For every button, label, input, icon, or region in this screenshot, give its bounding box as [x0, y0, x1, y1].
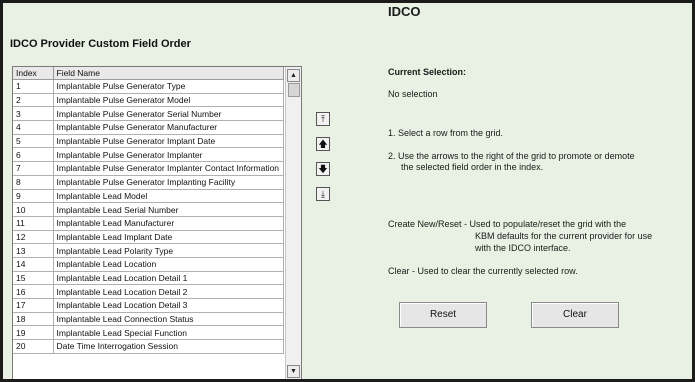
table-row[interactable]: 19 Implantable Lead Special Function — [13, 325, 284, 341]
row-field-name-cell: Implantable Lead Location Detail 1 — [53, 271, 284, 286]
table-row[interactable]: 6 Implantable Pulse Generator Implanter — [13, 147, 284, 163]
row-index-cell: 1 — [13, 79, 54, 94]
create-reset-description-line-3: with the IDCO interface. — [475, 243, 571, 253]
row-field-name-cell: Implantable Lead Special Function — [53, 325, 284, 341]
row-field-name-cell: Implantable Lead Location Detail 2 — [53, 284, 284, 299]
row-index-cell: 17 — [13, 298, 54, 313]
reset-button[interactable]: Reset — [399, 302, 487, 328]
idco-window: IDCO IDCO Provider Custom Field Order In… — [0, 0, 695, 382]
table-row[interactable]: 20 Date Time Interrogation Session — [13, 339, 284, 354]
row-field-name-cell: Date Time Interrogation Session — [53, 339, 284, 354]
instruction-step-2-line-2: the selected field order in the index. — [401, 162, 544, 172]
row-field-name-cell: Implantable Pulse Generator Implanter Co… — [53, 161, 284, 176]
table-row[interactable]: 8 Implantable Pulse Generator Implanting … — [13, 175, 284, 190]
table-row[interactable]: 1 Implantable Pulse Generator Type — [13, 79, 284, 94]
table-row[interactable]: 9 Implantable Lead Model — [13, 189, 284, 204]
move-to-top-icon: ⤒ — [321, 114, 325, 124]
row-index-cell: 4 — [13, 120, 54, 135]
move-down-icon: 🡇 — [318, 164, 328, 174]
table-row[interactable]: 10 Implantable Lead Serial Number — [13, 202, 284, 217]
row-field-name-cell: Implantable Pulse Generator Implanter — [53, 147, 284, 163]
instruction-step-1: 1. Select a row from the grid. — [388, 128, 504, 138]
row-index-cell: 2 — [13, 93, 54, 108]
clear-button[interactable]: Clear — [531, 302, 619, 328]
row-index-cell: 3 — [13, 106, 54, 122]
row-field-name-cell: Implantable Pulse Generator Implanting F… — [53, 175, 284, 190]
table-row[interactable]: 3 Implantable Pulse Generator Serial Numb… — [13, 106, 284, 122]
move-to-top-button[interactable]: ⤒ — [316, 112, 330, 126]
table-row[interactable]: 17 Implantable Lead Location Detail 3 — [13, 298, 284, 313]
scroll-up-icon[interactable]: ▲ — [287, 69, 300, 82]
grid-header-row: Index Field Name — [13, 67, 284, 80]
row-index-cell: 12 — [13, 230, 54, 245]
table-row[interactable]: 2 Implantable Pulse Generator Model — [13, 93, 284, 108]
move-to-bottom-icon: ⤓ — [321, 189, 325, 199]
move-up-button[interactable]: 🡅 — [316, 137, 330, 151]
row-field-name-cell: Implantable Pulse Generator Type — [53, 79, 284, 94]
row-field-name-cell: Implantable Pulse Generator Model — [53, 93, 284, 108]
app-title: IDCO — [388, 4, 421, 19]
scroll-thumb[interactable] — [288, 83, 300, 97]
section-title: IDCO Provider Custom Field Order — [10, 38, 191, 50]
row-index-cell: 19 — [13, 325, 54, 341]
table-row[interactable]: 4 Implantable Pulse Generator Manufacture… — [13, 120, 284, 135]
table-row[interactable]: 12 Implantable Lead Implant Date — [13, 230, 284, 245]
row-field-name-cell: Implantable Lead Manufacturer — [53, 216, 284, 231]
clear-description: Clear - Used to clear the currently sele… — [388, 266, 578, 276]
row-field-name-cell: Implantable Lead Model — [53, 189, 284, 204]
row-index-cell: 5 — [13, 134, 54, 149]
row-index-cell: 18 — [13, 312, 54, 327]
column-header-index[interactable]: Index — [13, 67, 54, 80]
field-order-table: Index Field Name 1 Implantable Pulse Gene… — [13, 67, 284, 354]
row-index-cell: 9 — [13, 189, 54, 204]
table-row[interactable]: 15 Implantable Lead Location Detail 1 — [13, 271, 284, 286]
table-row[interactable]: 14 Implantable Lead Location — [13, 257, 284, 272]
row-field-name-cell: Implantable Lead Polarity Type — [53, 243, 284, 258]
row-field-name-cell: Implantable Lead Connection Status — [53, 312, 284, 327]
row-field-name-cell: Implantable Lead Implant Date — [53, 230, 284, 245]
row-index-cell: 6 — [13, 147, 54, 163]
row-index-cell: 10 — [13, 202, 54, 217]
create-reset-description-line-2: KBM defaults for the current provider fo… — [475, 231, 653, 241]
row-field-name-cell: Implantable Lead Location — [53, 257, 284, 272]
move-to-bottom-button[interactable]: ⤓ — [316, 187, 330, 201]
row-index-cell: 7 — [13, 161, 54, 176]
table-row[interactable]: 16 Implantable Lead Location Detail 2 — [13, 284, 284, 299]
row-index-cell: 14 — [13, 257, 54, 272]
table-row[interactable]: 13 Implantable Lead Polarity Type — [13, 243, 284, 258]
row-index-cell: 15 — [13, 271, 54, 286]
column-header-field-name[interactable]: Field Name — [53, 67, 284, 80]
row-index-cell: 16 — [13, 284, 54, 299]
row-field-name-cell: Implantable Pulse Generator Manufacturer — [53, 120, 284, 135]
current-selection-value: No selection — [388, 89, 438, 99]
current-selection-label: Current Selection: — [388, 67, 467, 77]
scroll-down-icon[interactable]: ▼ — [287, 365, 300, 378]
table-row[interactable]: 7 Implantable Pulse Generator Implanter C… — [13, 161, 284, 176]
row-index-cell: 8 — [13, 175, 54, 190]
row-index-cell: 13 — [13, 243, 54, 258]
grid-vertical-scrollbar[interactable]: ▲ ▼ — [285, 67, 301, 379]
table-row[interactable]: 5 Implantable Pulse Generator Implant Dat… — [13, 134, 284, 149]
row-field-name-cell: Implantable Lead Serial Number — [53, 202, 284, 217]
table-row[interactable]: 11 Implantable Lead Manufacturer — [13, 216, 284, 231]
field-order-grid[interactable]: Index Field Name 1 Implantable Pulse Gene… — [12, 66, 302, 379]
row-index-cell: 11 — [13, 216, 54, 231]
create-reset-description-line-1: Create New/Reset - Used to populate/rese… — [388, 219, 627, 229]
row-field-name-cell: Implantable Pulse Generator Serial Numbe… — [53, 106, 284, 122]
move-up-icon: 🡅 — [318, 139, 328, 149]
row-field-name-cell: Implantable Pulse Generator Implant Date — [53, 134, 284, 149]
instruction-step-2-line-1: 2. Use the arrows to the right of the gr… — [388, 151, 635, 161]
row-index-cell: 20 — [13, 339, 54, 354]
move-down-button[interactable]: 🡇 — [316, 162, 330, 176]
row-field-name-cell: Implantable Lead Location Detail 3 — [53, 298, 284, 313]
table-row[interactable]: 18 Implantable Lead Connection Status — [13, 312, 284, 327]
